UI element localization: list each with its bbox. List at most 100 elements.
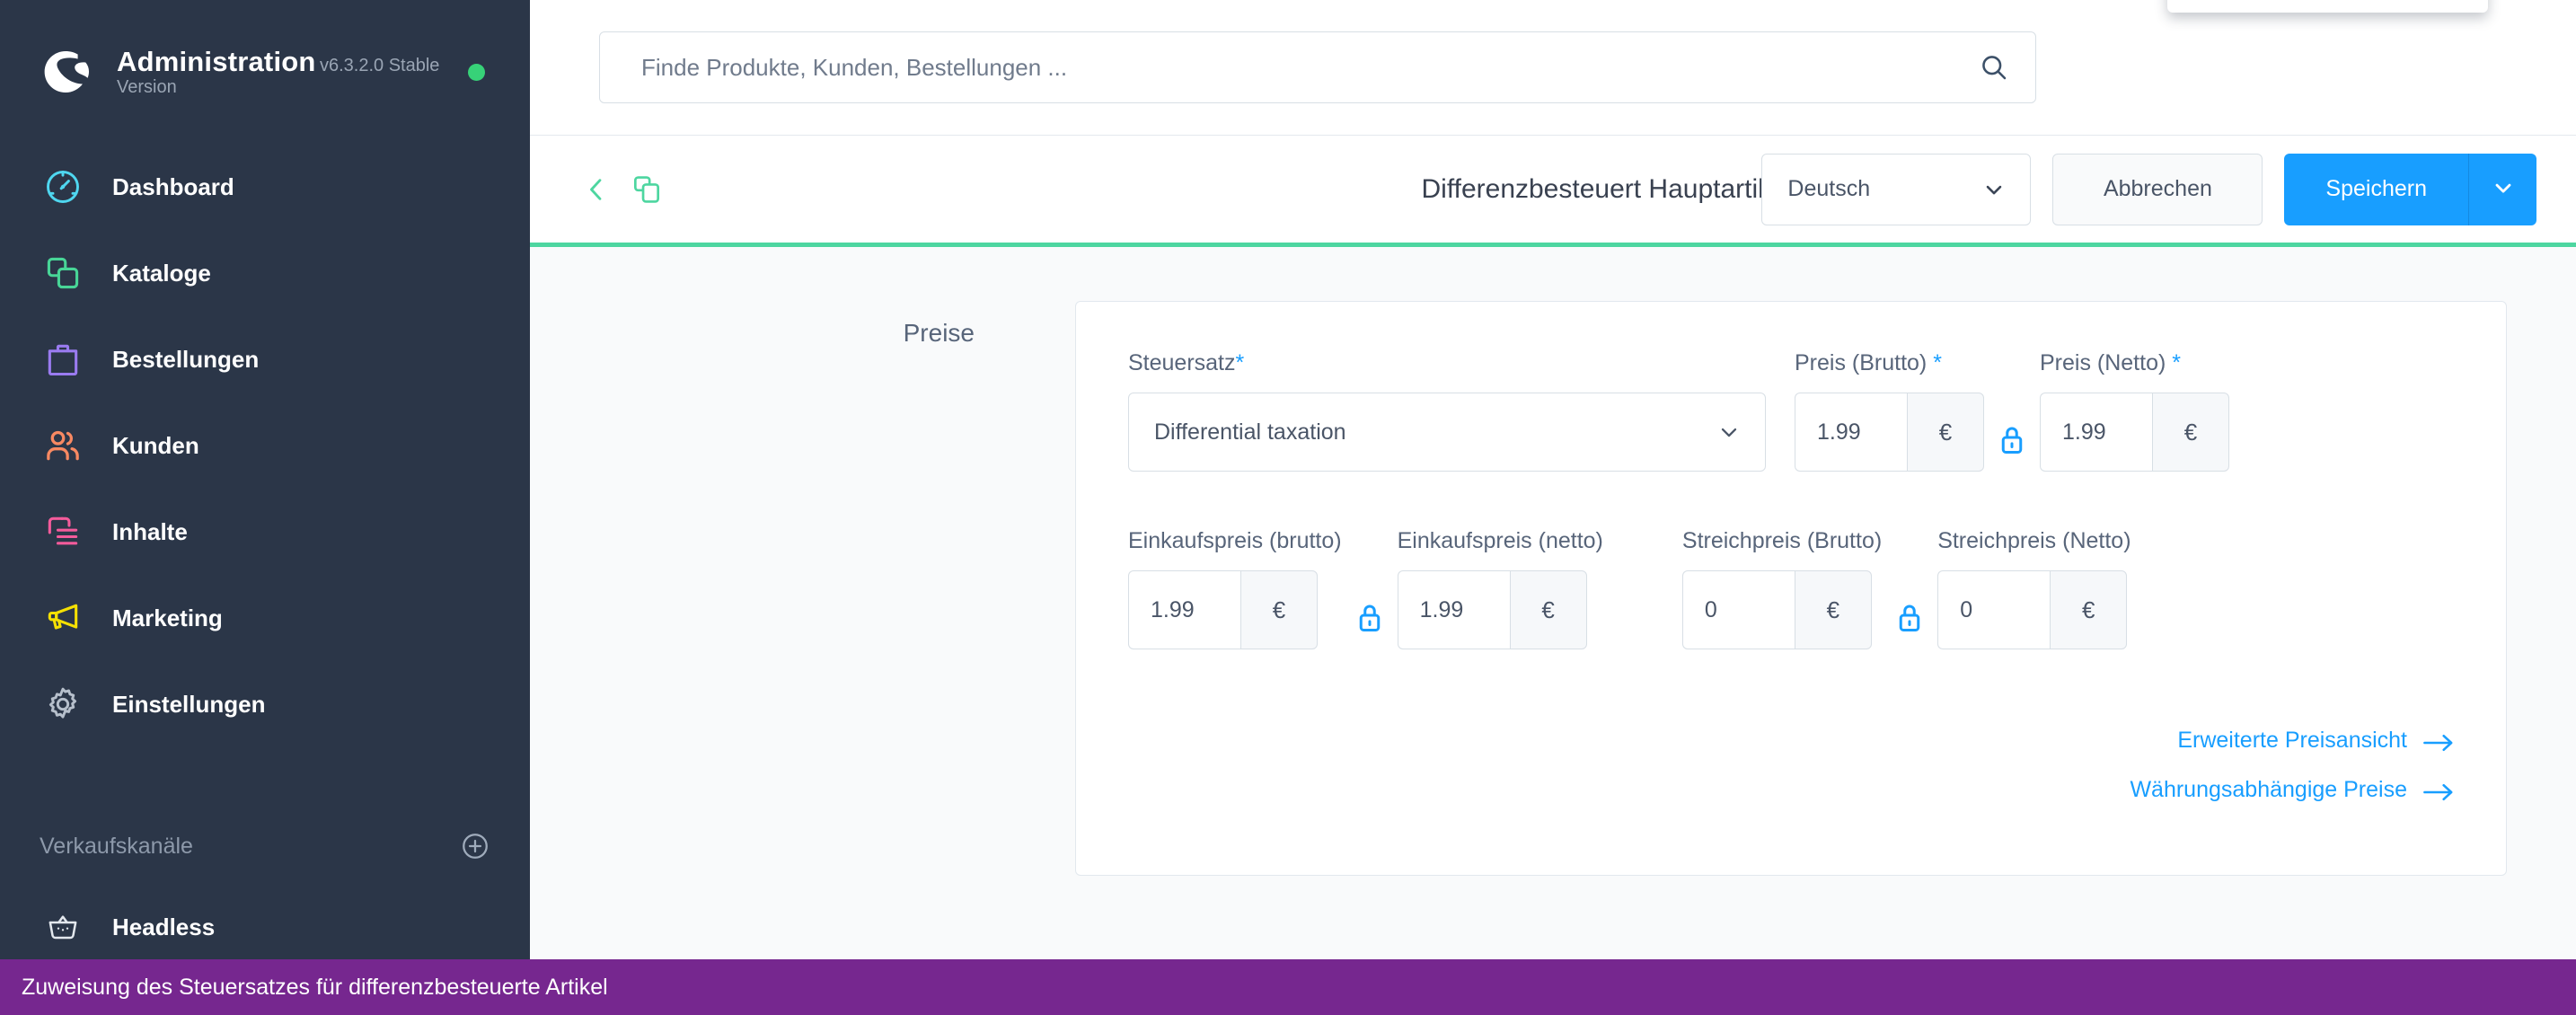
prices-row-2: Einkaufspreis (brutto) € <box>1128 528 2454 658</box>
list-price-net-input[interactable] <box>1937 570 2051 649</box>
sidebar-item-label: Inhalte <box>112 517 188 545</box>
shopware-logo-icon <box>40 46 92 98</box>
price-gross-label: Preis (Brutto) * <box>1795 350 1984 376</box>
section-title-prices: Preise <box>903 319 975 347</box>
chevron-left-icon[interactable] <box>579 172 613 207</box>
search-input[interactable] <box>641 53 1978 82</box>
currency-suffix: € <box>1240 570 1318 649</box>
currency-suffix: € <box>2050 570 2128 649</box>
sidebar-item-bestellungen[interactable]: Bestellungen <box>0 316 530 402</box>
list-price-gross-money-input: € <box>1681 570 1882 649</box>
orders-bag-icon <box>40 340 86 379</box>
sidebar: Administration v6.3.2.0 Stable Version D… <box>0 0 530 1015</box>
cancel-button[interactable]: Abbrechen <box>2052 153 2263 225</box>
main-navigation: Dashboard Kataloge Bestellungen Kunden I… <box>0 144 530 747</box>
language-select-value: Deutsch <box>1787 176 1871 201</box>
content-area: Preise Steuersatz* Differential taxation <box>530 247 2576 1015</box>
currency-suffix: € <box>1907 393 1984 472</box>
bottom-banner-text: Zuweisung des Steuersatzes für differenz… <box>22 974 608 1000</box>
advanced-price-view-label: Erweiterte Preisansicht <box>2177 728 2407 753</box>
marketing-megaphone-icon <box>40 598 86 638</box>
dashboard-gauge-icon <box>40 167 86 207</box>
sidebar-item-marketing[interactable]: Marketing <box>0 575 530 661</box>
list-price-lock-toggle[interactable] <box>1882 578 1937 658</box>
list-price-gross-field: Streichpreis (Brutto) € <box>1681 528 1883 649</box>
currency-dependent-prices-link[interactable]: Währungsabhängige Preise <box>2130 777 2454 803</box>
bottom-banner: Zuweisung des Steuersatzes für differenz… <box>0 959 2576 1015</box>
language-select[interactable]: Deutsch <box>1761 153 2032 225</box>
content-list-icon <box>40 512 86 552</box>
purchase-price-net-input[interactable] <box>1397 570 1510 649</box>
price-lock-toggle[interactable] <box>1984 401 2040 480</box>
sidebar-item-label: Einstellungen <box>112 690 266 718</box>
search-box[interactable] <box>599 31 2036 103</box>
advanced-price-view-link[interactable]: Erweiterte Preisansicht <box>2177 728 2454 754</box>
price-net-field: Preis (Netto) * € <box>2040 350 2229 472</box>
arrow-right-icon <box>2423 732 2454 751</box>
required-marker: * <box>1927 350 1942 375</box>
status-dot <box>468 63 485 81</box>
currency-prices-link-row: Währungsabhängige Preise <box>1128 777 2454 803</box>
sidebar-item-headless[interactable]: Headless <box>0 889 530 965</box>
brand-header: Administration v6.3.2.0 Stable Version <box>0 0 530 119</box>
sidebar-item-kataloge[interactable]: Kataloge <box>0 230 530 316</box>
advanced-prices-link-row: Erweiterte Preisansicht <box>1128 728 2454 754</box>
price-gross-field: Preis (Brutto) * € <box>1795 350 1984 472</box>
list-price-gross-input[interactable] <box>1681 570 1795 649</box>
sidebar-item-label: Bestellungen <box>112 345 260 373</box>
sales-channels-section-header: Verkaufskanäle <box>0 803 530 889</box>
global-search-bar <box>530 0 2576 136</box>
save-options-button[interactable] <box>2468 153 2536 225</box>
chevron-down-icon <box>1981 177 2007 202</box>
price-net-label-text: Preis (Netto) <box>2040 350 2166 375</box>
prices-row-1: Steuersatz* Differential taxation Preis … <box>1128 350 2454 480</box>
sidebar-item-inhalte[interactable]: Inhalte <box>0 489 530 575</box>
tax-rate-label-text: Steuersatz <box>1128 350 1236 375</box>
prices-section: Preise Steuersatz* Differential taxation <box>530 301 2576 876</box>
price-gross-input[interactable] <box>1795 393 1907 472</box>
save-button-group: Speichern <box>2284 153 2536 225</box>
toolbar-actions: Deutsch Abbrechen Speichern <box>1761 153 2536 225</box>
price-net-money-input: € <box>2040 393 2229 472</box>
basket-icon <box>40 909 86 945</box>
tax-rate-label: Steuersatz* <box>1128 350 1766 376</box>
catalog-layers-icon <box>40 253 86 293</box>
purchase-price-gross-field: Einkaufspreis (brutto) € <box>1128 528 1342 649</box>
chevron-down-icon <box>2491 175 2516 203</box>
list-price-net-field: Streichpreis (Netto) € <box>1937 528 2131 649</box>
chevron-down-icon <box>1716 419 1742 445</box>
price-gross-label-text: Preis (Brutto) <box>1795 350 1928 375</box>
prices-card: Steuersatz* Differential taxation Preis … <box>1075 301 2507 876</box>
sidebar-item-kunden[interactable]: Kunden <box>0 402 530 489</box>
sidebar-item-label: Marketing <box>112 604 223 631</box>
duplicate-copy-icon[interactable] <box>630 172 664 207</box>
currency-dependent-prices-label: Währungsabhängige Preise <box>2130 777 2407 802</box>
search-suggestion-popover[interactable] <box>2167 0 2488 13</box>
arrow-right-icon <box>2423 781 2454 800</box>
sidebar-item-label: Dashboard <box>112 172 234 200</box>
list-price-net-label: Streichpreis (Netto) <box>1937 528 2131 553</box>
detail-toolbar: Differenzbesteuert Hauptartikel Deutsch … <box>530 136 2576 247</box>
search-icon[interactable] <box>1978 51 2010 84</box>
sidebar-item-label: Kataloge <box>112 259 211 287</box>
sidebar-item-einstellungen[interactable]: Einstellungen <box>0 661 530 747</box>
purchase-price-net-field: Einkaufspreis (netto) € <box>1397 528 1603 649</box>
price-gross-money-input: € <box>1795 393 1984 472</box>
customers-users-icon <box>40 426 86 465</box>
required-marker: * <box>1235 350 1245 375</box>
save-button[interactable]: Speichern <box>2284 153 2468 225</box>
purchase-price-gross-input[interactable] <box>1128 570 1240 649</box>
tax-rate-select[interactable]: Differential taxation <box>1128 393 1766 472</box>
sidebar-item-dashboard[interactable]: Dashboard <box>0 144 530 230</box>
list-price-gross-label: Streichpreis (Brutto) <box>1681 528 1883 553</box>
purchase-price-lock-toggle[interactable] <box>1342 578 1398 658</box>
price-net-input[interactable] <box>2040 393 2152 472</box>
sidebar-item-label: Headless <box>112 913 216 940</box>
plus-circle-icon[interactable] <box>460 831 490 861</box>
app-root: Administration v6.3.2.0 Stable Version D… <box>0 0 2576 1015</box>
app-title: Administration <box>117 45 316 77</box>
tax-rate-field: Steuersatz* Differential taxation <box>1128 350 1766 472</box>
required-marker: * <box>2166 350 2181 375</box>
currency-suffix: € <box>1794 570 1872 649</box>
list-price-net-money-input: € <box>1937 570 2130 649</box>
